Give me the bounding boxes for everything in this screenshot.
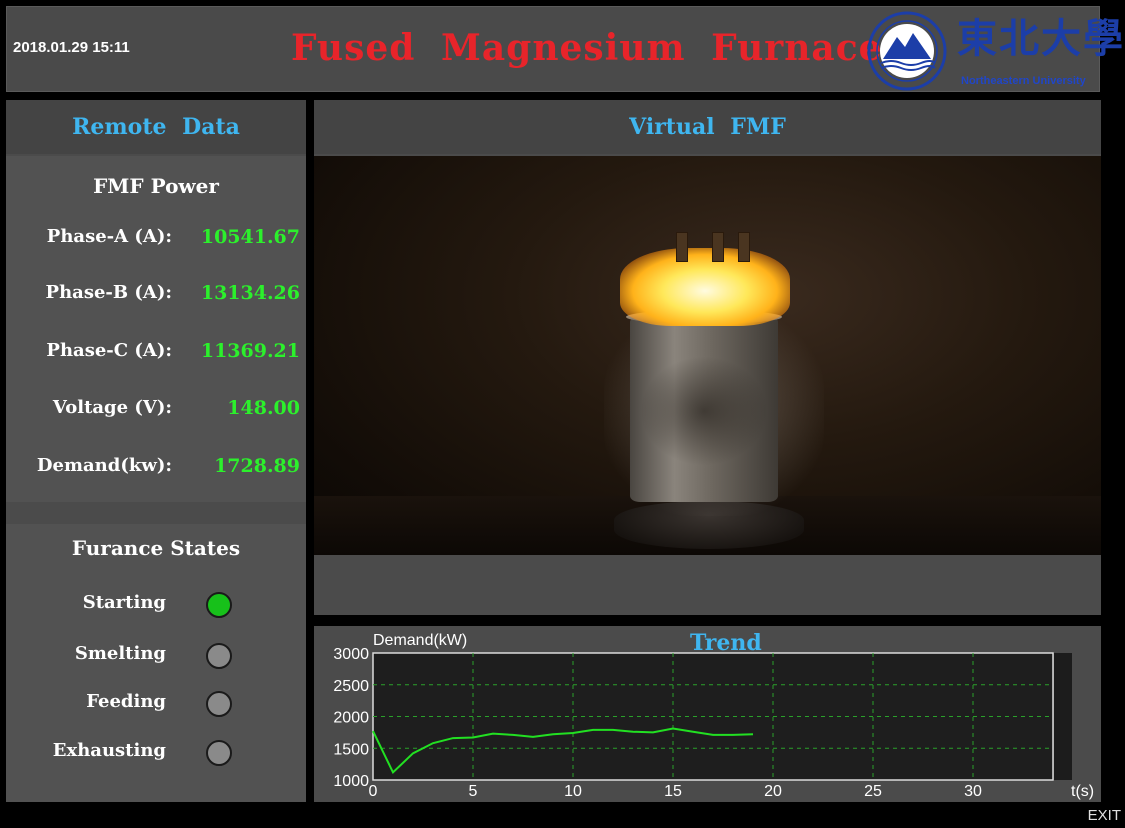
virtual-fmf-title: Virtual FMF [314,100,1101,154]
header-bar: 2018.01.29 15:11 Fused Magnesium Furnace… [6,6,1123,92]
furnace-shell [630,316,778,502]
university-logo: 東北大學 Northeastern University [867,11,1123,91]
state-row-smelting: Smelting [6,643,306,673]
electrode [738,232,750,262]
state-label: Smelting [74,643,166,664]
electrode [712,232,724,262]
state-indicator-icon [206,691,232,717]
power-label: Demand(kw): [36,455,172,476]
trend-title: Trend [690,630,762,656]
furnace-states-section: Furance States Starting Smelting Feeding… [6,524,306,802]
exit-button[interactable]: EXIT [1088,807,1121,824]
x-tick-label: 20 [764,783,782,800]
fmf-power-section: FMF Power Phase-A (A): 10541.67 Phase-B … [6,156,306,502]
state-row-starting: Starting [6,592,306,622]
power-row-voltage: Voltage (V): 148.00 [6,397,306,427]
university-name-cn: 東北大學 [957,15,1125,62]
power-value: 148.00 [227,397,300,419]
y-tick-label: 2500 [333,678,369,695]
power-label: Phase-A (A): [46,226,172,247]
power-row-phase-b: Phase-B (A): 13134.26 [6,282,306,312]
app-title: Fused Magnesium Furnace [291,27,883,69]
x-tick-label: 10 [564,783,582,800]
furnace-3d-view[interactable] [314,156,1101,555]
power-value: 11369.21 [200,340,300,362]
x-tick-label: 5 [469,783,478,800]
state-label: Exhausting [52,740,166,761]
y-tick-label: 1000 [333,773,369,790]
furnace-states-title: Furance States [71,536,241,560]
y-tick-label: 3000 [333,646,369,663]
fmf-power-title: FMF Power [93,174,219,198]
state-indicator-icon [206,740,232,766]
power-row-phase-a: Phase-A (A): 10541.67 [6,226,306,256]
state-indicator-icon [206,592,232,618]
state-row-exhausting: Exhausting [6,740,306,770]
furnace-flame [620,248,790,326]
x-tick-label: 25 [864,783,882,800]
power-label: Voltage (V): [52,397,172,418]
power-value: 10541.67 [200,226,300,248]
state-indicator-icon [206,643,232,669]
state-label: Feeding [86,691,166,712]
power-value: 13134.26 [200,282,300,304]
state-label: Starting [82,592,166,613]
virtual-fmf-footer [314,555,1101,615]
university-seal-icon [867,11,947,91]
trend-panel: 1000 1500 2000 2500 3000 0 5 10 15 20 25 30 Demand(k… [314,626,1101,802]
remote-data-panel: Remote Data FMF Power Phase-A (A): 10541… [6,100,306,802]
state-row-feeding: Feeding [6,691,306,721]
power-label: Phase-B (A): [45,282,172,303]
furnace-shadow [640,356,768,466]
electrode [676,232,688,262]
power-label: Phase-C (A): [46,340,172,361]
university-name-en: Northeastern University [961,75,1086,87]
x-tick-label: 30 [964,783,982,800]
remote-data-title: Remote Data [6,100,306,154]
y-tick-label: 2000 [333,710,369,727]
virtual-fmf-panel: Virtual FMF [314,100,1101,615]
power-row-demand: Demand(kw): 1728.89 [6,455,306,485]
y-tick-label: 1500 [333,741,369,758]
x-axis-label: t(s) [1071,783,1094,800]
x-tick-label: 15 [664,783,682,800]
power-row-phase-c: Phase-C (A): 11369.21 [6,340,306,370]
trend-side-strip [1054,653,1072,780]
power-value: 1728.89 [214,455,300,477]
datetime-label: 2018.01.29 15:11 [13,39,130,56]
y-axis-label: Demand(kW) [373,632,467,649]
x-tick-label: 0 [369,783,378,800]
